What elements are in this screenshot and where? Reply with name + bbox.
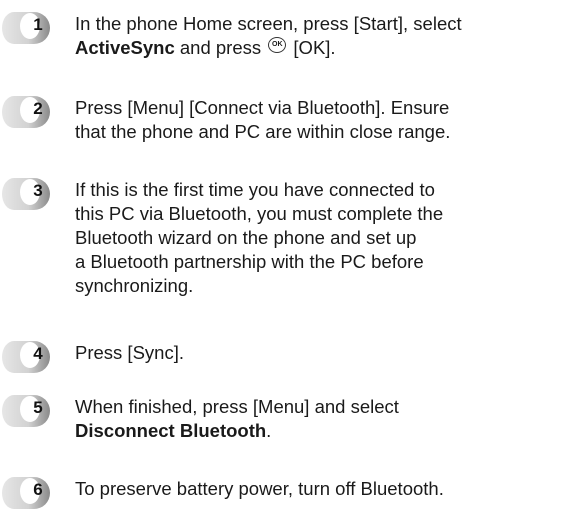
step-number: 2	[33, 99, 43, 118]
step-text: Press [Sync].	[75, 341, 575, 365]
step-text-line: To preserve battery power, turn off Blue…	[75, 478, 444, 499]
step-number: 4	[33, 344, 43, 363]
step-badge-shape	[2, 341, 50, 373]
text-segment: Press [Sync].	[75, 342, 184, 363]
step-text: In the phone Home screen, press [Start],…	[75, 12, 575, 60]
text-segment: and press	[174, 37, 267, 58]
emphasis-text: Disconnect Bluetooth	[75, 420, 267, 441]
step-text-line: Press [Menu] [Connect via Bluetooth]. En…	[75, 97, 449, 118]
step-text-line: that the phone and PC are within close r…	[75, 121, 450, 142]
step-text-line: Bluetooth wizard on the phone and set up	[75, 227, 416, 248]
step-number-badge: 6	[0, 475, 60, 511]
step-number: 3	[33, 181, 43, 200]
step-text: To preserve battery power, turn off Blue…	[75, 477, 575, 501]
step-text-line: ActiveSync and press OK [OK].	[75, 37, 336, 58]
text-segment: this PC via Bluetooth, you must complete…	[75, 203, 444, 224]
step-number-badge: 1	[0, 10, 60, 46]
text-segment: .	[266, 420, 272, 441]
text-segment: To preserve battery power, turn off Blue…	[75, 478, 444, 499]
text-segment: Press [Menu] [Connect via Bluetooth]. En…	[75, 97, 450, 118]
text-segment: a Bluetooth partnership with the PC befo…	[75, 251, 424, 272]
step-number: 6	[33, 480, 43, 499]
text-segment: [OK].	[288, 37, 336, 58]
step-text-line: In the phone Home screen, press [Start],…	[75, 13, 462, 34]
step-text: When finished, press [Menu] and select Di…	[75, 395, 575, 443]
step-text-line: If this is the first time you have conne…	[75, 179, 435, 200]
step-text: If this is the first time you have conne…	[75, 178, 575, 298]
step-text-line: a Bluetooth partnership with the PC befo…	[75, 251, 424, 272]
text-segment: In the phone Home screen, press [Start],…	[75, 13, 462, 34]
step-number-badge: 4	[0, 339, 60, 375]
text-segment: If this is the first time you have conne…	[75, 179, 435, 200]
step-text: Press [Menu] [Connect via Bluetooth]. En…	[75, 96, 575, 144]
step-text-line: Disconnect Bluetooth.	[75, 420, 271, 441]
step-number-badge: 3	[0, 176, 60, 212]
step-number-badge: 2	[0, 94, 60, 130]
step-text-line: When finished, press [Menu] and select	[75, 396, 399, 417]
step-number: 1	[33, 15, 43, 34]
text-segment: synchronizing.	[75, 275, 194, 296]
text-segment: that the phone and PC are within close r…	[75, 121, 451, 142]
step-text-line: synchronizing.	[75, 275, 193, 296]
text-segment: Bluetooth wizard on the phone and set up	[75, 227, 417, 248]
step-text-line: Press [Sync].	[75, 342, 184, 363]
step-badge-shape	[2, 395, 50, 427]
step-badge-shape	[2, 96, 50, 128]
ok-button-icon: OK	[268, 37, 287, 53]
step-badge-shape	[2, 12, 50, 44]
step-badge-shape	[2, 477, 50, 509]
step-number: 5	[33, 398, 43, 417]
step-number-badge: 5	[0, 393, 60, 429]
step-badge-shape	[2, 178, 50, 210]
emphasis-text: ActiveSync	[75, 37, 175, 58]
step-text-line: this PC via Bluetooth, you must complete…	[75, 203, 443, 224]
text-segment: When finished, press [Menu] and select	[75, 396, 399, 417]
